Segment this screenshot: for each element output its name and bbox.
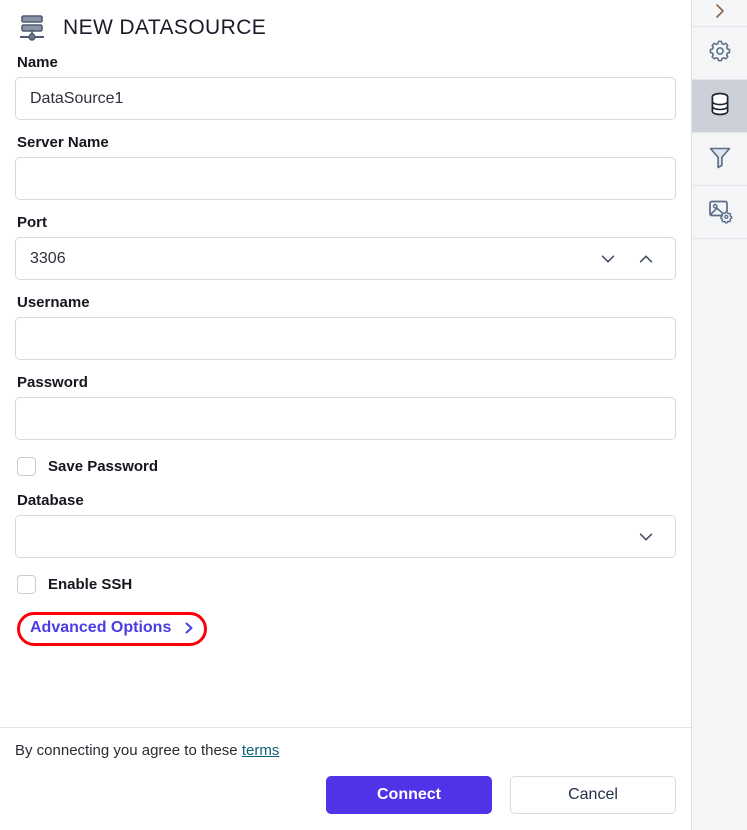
chevron-down-icon[interactable] — [599, 250, 617, 268]
field-label-port: Port — [17, 214, 47, 231]
datasource-form-panel: NEW DATASOURCE Name DataSource1 Server N… — [0, 0, 692, 830]
chevron-down-icon[interactable] — [637, 528, 655, 546]
panel-footer: By connecting you agree to these terms C… — [0, 727, 691, 830]
field-label-database: Database — [17, 492, 84, 509]
chevron-up-icon[interactable] — [637, 250, 655, 268]
field-label-server-name: Server Name — [17, 134, 109, 151]
port-input[interactable]: 3306 — [15, 237, 676, 280]
save-password-checkbox[interactable] — [17, 456, 36, 476]
field-database: Database — [15, 492, 676, 558]
advanced-options-label: Advanced Options — [30, 619, 172, 636]
field-port: Port 3306 — [15, 214, 676, 280]
connect-button[interactable]: Connect — [326, 776, 492, 814]
field-label-username: Username — [17, 294, 90, 311]
port-input-value: 3306 — [30, 249, 66, 267]
database-icon — [706, 90, 734, 123]
terms-link[interactable]: terms — [242, 742, 280, 759]
funnel-icon — [706, 143, 734, 176]
terms-text: By connecting you agree to these — [15, 742, 238, 759]
advanced-options-row: Advanced Options — [15, 612, 676, 646]
name-input[interactable]: DataSource1 — [15, 77, 676, 120]
cancel-button[interactable]: Cancel — [510, 776, 676, 814]
field-server-name: Server Name — [15, 134, 676, 200]
sidebar-item-datasource[interactable] — [692, 80, 747, 133]
username-input[interactable] — [15, 317, 676, 360]
field-label-password: Password — [17, 374, 88, 391]
database-select[interactable] — [15, 515, 676, 558]
sidebar-item-filter[interactable] — [692, 133, 747, 186]
database-select-affordance — [637, 528, 661, 546]
footer-buttons: Connect Cancel — [15, 776, 676, 814]
chevron-right-icon — [180, 619, 198, 637]
page-title: NEW DATASOURCE — [63, 16, 267, 39]
save-password-row[interactable]: Save Password — [17, 454, 676, 478]
field-name: Name DataSource1 — [15, 54, 676, 120]
server-name-input[interactable] — [15, 157, 676, 200]
password-input[interactable] — [15, 397, 676, 440]
advanced-options-link[interactable]: Advanced Options — [30, 619, 198, 637]
datasource-stack-icon — [15, 11, 49, 45]
panel-header: NEW DATASOURCE — [15, 0, 676, 54]
enable-ssh-label: Enable SSH — [48, 575, 133, 593]
sidebar-item-settings[interactable] — [692, 27, 747, 80]
sidebar-item-image-settings[interactable] — [692, 186, 747, 239]
new-datasource-dialog: NEW DATASOURCE Name DataSource1 Server N… — [0, 0, 747, 830]
field-label-name: Name — [17, 54, 58, 71]
expand-panel-button[interactable] — [692, 0, 747, 27]
gear-icon — [706, 37, 734, 70]
chevron-right-icon — [711, 2, 729, 25]
enable-ssh-row[interactable]: Enable SSH — [17, 572, 676, 596]
save-password-label: Save Password — [48, 457, 159, 475]
enable-ssh-checkbox[interactable] — [17, 574, 36, 594]
field-username: Username — [15, 294, 676, 360]
right-toolbar — [692, 0, 747, 830]
terms-line: By connecting you agree to these terms — [15, 742, 676, 759]
image-gear-icon — [706, 196, 734, 229]
port-stepper — [599, 250, 661, 268]
name-input-value: DataSource1 — [30, 89, 124, 107]
field-password: Password — [15, 374, 676, 440]
form-body: NEW DATASOURCE Name DataSource1 Server N… — [0, 0, 691, 727]
rail-empty-space — [692, 239, 747, 830]
